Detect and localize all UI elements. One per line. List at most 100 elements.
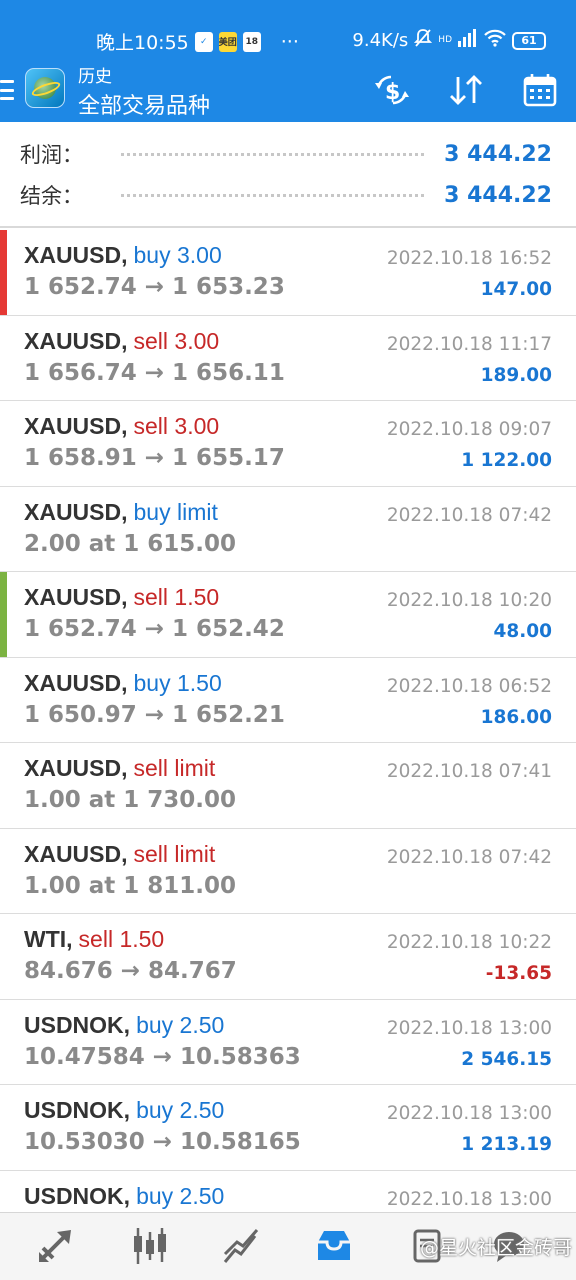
top-header: 晚上10:55 ✓ 美团 18 ··· 9.4K/s HD 61 历史 全部交易… [0,0,576,122]
trade-row[interactable]: XAUUSD, sell 3.00 1 656.74 → 1 656.11 2022.… [0,315,576,401]
mute-icon [414,28,433,53]
trade-row[interactable]: XAUUSD, buy limit 2.00 at 1 615.00 2022.10.… [0,486,576,572]
trade-symbol: WTI, [24,926,73,952]
trade-title: XAUUSD, buy limit [24,499,218,526]
watermark: @星火社区金砖哥 [419,1237,572,1259]
trade-time: 2022.10.18 16:52 [386,248,552,269]
trade-title: WTI, sell 1.50 [24,926,164,953]
page-title: 历史 [78,67,112,87]
trade-prices: 1 652.74 → 1 652.42 [24,616,285,642]
trade-title: XAUUSD, sell limit [24,755,215,782]
trade-time: 2022.10.18 10:22 [386,932,552,953]
trade-row[interactable]: XAUUSD, buy 3.00 1 652.74 → 1 653.23 2022.1… [0,230,576,316]
trade-symbol: XAUUSD, [24,584,128,610]
symbol-filter[interactable]: 全部交易品种 [78,88,210,120]
trade-profit: 186.00 [480,706,552,728]
trade-title: XAUUSD, sell 3.00 [24,328,219,355]
balance-row: 结余： 3 444.22 [20,175,552,215]
trade-time: 2022.10.18 10:20 [386,590,552,611]
trade-prices: 1 658.91 → 1 655.17 [24,445,285,471]
trade-icon[interactable] [220,1223,266,1269]
history-icon[interactable] [311,1223,357,1269]
trade-profit: 189.00 [480,364,552,386]
trade-time: 2022.10.18 07:42 [386,846,552,868]
profit-row: 利润： 3 444.22 [20,134,552,174]
trade-marker [0,572,7,657]
network-speed: 9.4K/s [352,30,409,51]
app-bar: 历史 全部交易品种 $ [0,62,576,122]
balance-value: 3 444.22 [444,182,552,208]
trade-time: 2022.10.18 13:00 [386,1103,552,1124]
sort-icon[interactable] [446,70,486,110]
chart-icon[interactable] [127,1223,173,1269]
trade-marker [0,230,7,315]
trade-time: 2022.10.18 13:00 [386,1188,552,1210]
trade-row[interactable]: WTI, sell 1.50 84.676 → 84.767 2022.10.18 1… [0,914,576,1000]
trade-direction: sell limit [133,840,216,867]
trade-prices: 2.00 at 1 615.00 [24,530,237,557]
trade-symbol: XAUUSD, [24,498,128,525]
account-summary: 利润： 3 444.22 结余： 3 444.22 [0,122,576,228]
trade-row[interactable]: USDNOK, buy 2.50 2022.10.18 13:00 [0,1170,576,1212]
trade-prices: 1.00 at 1 730.00 [24,787,237,813]
status-time: 晚上10:55 [96,32,189,54]
balance-label: 结余： [20,184,83,208]
trade-direction: sell 1.50 [133,584,220,610]
trade-row[interactable]: USDNOK, buy 2.50 10.47584 → 10.58363 2022.1… [0,999,576,1085]
bottom-navigation: @星火社区金砖哥 [0,1212,576,1280]
trade-prices: 10.47584 → 10.58363 [24,1043,301,1070]
profit-label: 利润： [20,143,83,167]
trade-profit: 1 213.19 [461,1134,552,1155]
trade-direction: buy 2.50 [136,1182,225,1209]
trade-time: 2022.10.18 09:07 [386,419,552,440]
hd-indicator: HD [438,35,452,45]
trade-row[interactable]: XAUUSD, buy 1.50 1 650.97 → 1 652.21 2022.1… [0,657,576,743]
trade-profit: 48.00 [493,621,552,642]
trade-direction: buy 3.00 [133,242,222,268]
trade-row[interactable]: XAUUSD, sell limit 1.00 at 1 811.00 2022.10… [0,828,576,914]
trade-symbol: XAUUSD, [24,413,128,439]
trade-row[interactable]: USDNOK, buy 2.50 10.53030 → 10.58165 2022.1… [0,1085,576,1171]
shield-icon: ✓ [194,31,213,52]
trade-symbol: XAUUSD, [24,755,128,781]
trade-profit: -13.65 [485,963,552,984]
quotes-icon[interactable] [34,1223,80,1269]
trade-row[interactable]: XAUUSD, sell limit 1.00 at 1 730.00 2022.10… [0,743,576,829]
trade-title: USDNOK, buy 2.50 [24,1183,224,1210]
trade-direction: sell 3.00 [133,413,220,439]
trade-time: 2022.10.18 11:17 [386,333,552,355]
meituan-icon: 美团 [218,31,237,52]
trade-title: XAUUSD, sell limit [24,841,215,868]
battery-indicator: 61 [512,31,546,50]
trade-time: 2022.10.18 13:00 [386,1017,552,1039]
trade-title: USDNOK, buy 2.50 [24,1097,224,1124]
dotted-leader [121,152,425,156]
trade-symbol: XAUUSD, [24,327,128,354]
trade-history-list[interactable]: XAUUSD, buy 3.00 1 652.74 → 1 653.23 2022.1… [0,230,576,1212]
trade-prices: 84.676 → 84.767 [24,958,237,984]
calendar-badge-icon: 18 [242,31,261,52]
trade-direction: buy limit [133,498,218,525]
trade-direction: sell 1.50 [78,926,165,952]
trade-direction: buy 2.50 [136,1011,225,1038]
trade-time: 2022.10.18 07:41 [386,761,552,782]
trade-title: XAUUSD, sell 3.00 [24,413,219,440]
app-logo-icon[interactable] [25,68,65,108]
signal-icon [458,29,478,52]
trade-symbol: USDNOK, [24,1182,131,1209]
calendar-icon[interactable] [520,70,560,110]
trade-profit: 1 122.00 [461,450,552,471]
trade-prices: 10.53030 → 10.58165 [24,1129,301,1155]
trade-row[interactable]: XAUUSD, sell 3.00 1 658.91 → 1 655.17 2022.… [0,401,576,487]
trade-prices: 1 656.74 → 1 656.11 [24,359,285,386]
trade-direction: buy 1.50 [133,669,222,696]
currency-exchange-icon[interactable]: $ [372,70,412,110]
trade-row[interactable]: XAUUSD, sell 1.50 1 652.74 → 1 652.42 2022.… [0,572,576,658]
trade-title: USDNOK, buy 2.50 [24,1012,224,1039]
trade-time: 2022.10.18 06:52 [386,675,552,697]
trade-direction: sell limit [133,755,216,781]
profit-value: 3 444.22 [444,141,552,167]
menu-icon[interactable] [0,80,14,100]
trade-symbol: XAUUSD, [24,669,128,696]
trade-direction: sell 3.00 [133,327,220,354]
